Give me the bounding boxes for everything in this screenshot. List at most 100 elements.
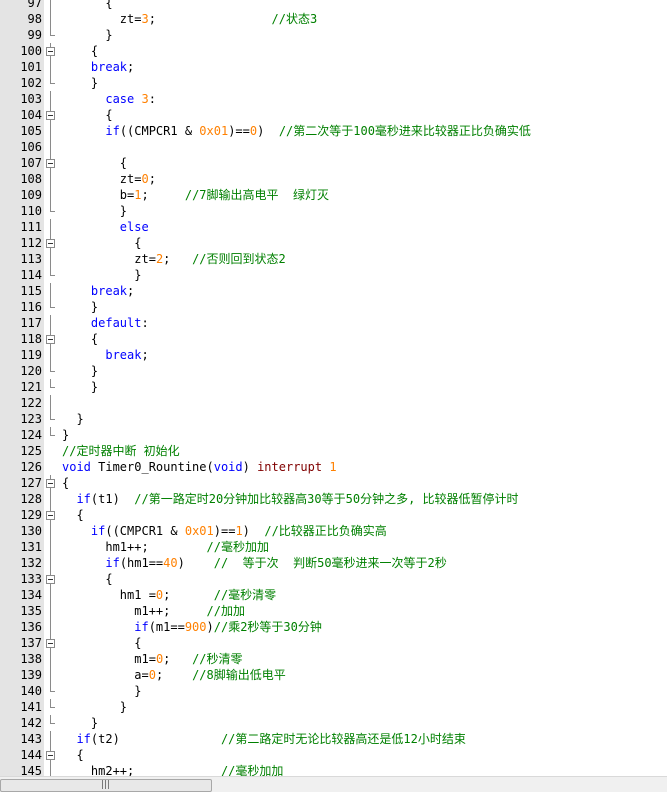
code-token: zt= xyxy=(119,12,142,26)
fold-toggle-icon[interactable] xyxy=(44,107,58,123)
code-line[interactable]: 116 } xyxy=(0,299,667,315)
code-line[interactable]: 109 b=1; //7脚输出高电平 绿灯灭 xyxy=(0,187,667,203)
code-token: } xyxy=(105,28,113,42)
fold-toggle-icon[interactable] xyxy=(44,635,58,651)
fold-toggle-icon[interactable] xyxy=(44,331,58,347)
code-line[interactable]: 100 { xyxy=(0,43,667,59)
code-line[interactable]: 103 case 3: xyxy=(0,91,667,107)
fold-toggle-icon[interactable] xyxy=(44,571,58,587)
code-token: ) xyxy=(242,524,265,538)
code-line[interactable]: 133 { xyxy=(0,571,667,587)
fold-guide xyxy=(44,395,58,411)
line-number: 108 xyxy=(0,171,44,187)
code-line[interactable]: 113 zt=2; //否则回到状态2 xyxy=(0,251,667,267)
code-line[interactable]: 131 hm1++; //毫秒加加 xyxy=(0,539,667,555)
line-number: 111 xyxy=(0,219,44,235)
code-line[interactable]: 132 if(hm1==40) // 等于次 判断50毫秒进来一次等于2秒 xyxy=(0,555,667,571)
code-text: default: xyxy=(62,315,149,331)
line-number: 131 xyxy=(0,539,44,555)
code-line[interactable]: 143 if(t2) //第二路定时无论比较器高还是低12小时结束 xyxy=(0,731,667,747)
code-token: { xyxy=(76,748,84,762)
code-line[interactable]: 105 if((CMPCR1 & 0x01)==0) //第二次等于100毫秒进… xyxy=(0,123,667,139)
code-line[interactable]: 137 { xyxy=(0,635,667,651)
code-line[interactable]: 125 //定时器中断 初始化 xyxy=(0,443,667,459)
line-number: 106 xyxy=(0,139,44,155)
line-number: 122 xyxy=(0,395,44,411)
code-token: { xyxy=(105,572,113,586)
code-line[interactable]: 106 xyxy=(0,139,667,155)
line-number: 134 xyxy=(0,587,44,603)
code-keyword: void xyxy=(62,460,99,474)
code-line[interactable]: 138 m1=0; //秒清零 xyxy=(0,651,667,667)
fold-toggle-icon[interactable] xyxy=(44,155,58,171)
code-token: ) xyxy=(242,460,258,474)
code-comment: //第二次等于100毫秒进来比较器正比负确实低 xyxy=(278,124,531,138)
code-line[interactable]: 141 } xyxy=(0,699,667,715)
scrollbar-thumb[interactable]: ||| xyxy=(0,779,212,792)
code-line[interactable]: 140 } xyxy=(0,683,667,699)
code-line[interactable]: 110 } xyxy=(0,203,667,219)
code-text: hm2++; //毫秒加加 xyxy=(62,763,284,776)
code-line[interactable]: 98 zt=3; //状态3 xyxy=(0,11,667,27)
code-line[interactable]: 129 { xyxy=(0,507,667,523)
code-keyword: if xyxy=(105,556,120,570)
code-number: 1 xyxy=(329,460,337,474)
code-line[interactable]: 135 m1++; //加加 xyxy=(0,603,667,619)
fold-toggle-icon[interactable] xyxy=(44,747,58,763)
code-token: ; xyxy=(163,588,214,602)
code-line[interactable]: 114 } xyxy=(0,267,667,283)
code-editor[interactable]: 97 {98 zt=3; //状态3 99 } 100 {101 break; 102… xyxy=(0,0,667,776)
code-token: } xyxy=(76,412,84,426)
horizontal-scrollbar[interactable]: ||| xyxy=(0,776,667,792)
fold-guide xyxy=(44,491,58,507)
code-line[interactable]: 108 zt=0; xyxy=(0,171,667,187)
line-number: 127 xyxy=(0,475,44,491)
code-text: zt=3; //状态3 xyxy=(62,11,317,27)
code-line[interactable]: 139 a=0; //8脚输出低电平 xyxy=(0,667,667,683)
fold-guide xyxy=(44,283,58,299)
fold-toggle-icon[interactable] xyxy=(44,507,58,523)
fold-toggle-icon[interactable] xyxy=(44,43,58,59)
code-line[interactable]: 97 { xyxy=(0,0,667,11)
code-line[interactable]: 124} xyxy=(0,427,667,443)
code-text: hm1++; //毫秒加加 xyxy=(62,539,269,555)
code-line[interactable]: 102 } xyxy=(0,75,667,91)
code-comment: //毫秒清零 xyxy=(213,588,277,602)
code-line[interactable]: 99 } xyxy=(0,27,667,43)
code-line[interactable]: 117 default: xyxy=(0,315,667,331)
line-number: 112 xyxy=(0,235,44,251)
code-line[interactable]: 111 else xyxy=(0,219,667,235)
code-line[interactable]: 128 if(t1) //第一路定时20分钟加比较器高30等于50分钟之多, 比… xyxy=(0,491,667,507)
code-line[interactable]: 144 { xyxy=(0,747,667,763)
code-token: Timer0_Rountine( xyxy=(98,460,214,474)
fold-toggle-icon[interactable] xyxy=(44,475,58,491)
code-line[interactable]: 142 } xyxy=(0,715,667,731)
code-line[interactable]: 122 xyxy=(0,395,667,411)
code-text: } xyxy=(62,27,113,43)
code-line[interactable]: 121 } xyxy=(0,379,667,395)
code-line[interactable]: 127 { xyxy=(0,475,667,491)
code-line[interactable]: 123 } xyxy=(0,411,667,427)
code-line[interactable]: 118 { xyxy=(0,331,667,347)
code-number: 40 xyxy=(163,556,178,570)
code-line[interactable]: 101 break; xyxy=(0,59,667,75)
fold-end-marker xyxy=(44,411,58,427)
code-line[interactable]: 120 } xyxy=(0,363,667,379)
code-line[interactable]: 115 break; xyxy=(0,283,667,299)
code-line[interactable]: 104 { xyxy=(0,107,667,123)
code-line[interactable]: 134 hm1 =0; //毫秒清零 xyxy=(0,587,667,603)
code-line[interactable]: 126 void Timer0_Rountine(void) interrupt … xyxy=(0,459,667,475)
code-text: } xyxy=(62,427,69,443)
code-line[interactable]: 136 if(m1==900)//乘2秒等于30分钟 xyxy=(0,619,667,635)
code-token: ; xyxy=(163,252,193,266)
code-line[interactable]: 145 hm2++; //毫秒加加 xyxy=(0,763,667,776)
code-token: ) xyxy=(206,620,214,634)
fold-toggle-icon[interactable] xyxy=(44,235,58,251)
code-line[interactable]: 130 if((CMPCR1 & 0x01)==1) //比较器正比负确实高 xyxy=(0,523,667,539)
code-line[interactable]: 107 { xyxy=(0,155,667,171)
fold-end-marker xyxy=(44,683,58,699)
code-line[interactable]: 112 { xyxy=(0,235,667,251)
code-keyword: interrupt xyxy=(257,460,330,474)
code-line[interactable]: 119 break; xyxy=(0,347,667,363)
fold-end-marker xyxy=(44,379,58,395)
